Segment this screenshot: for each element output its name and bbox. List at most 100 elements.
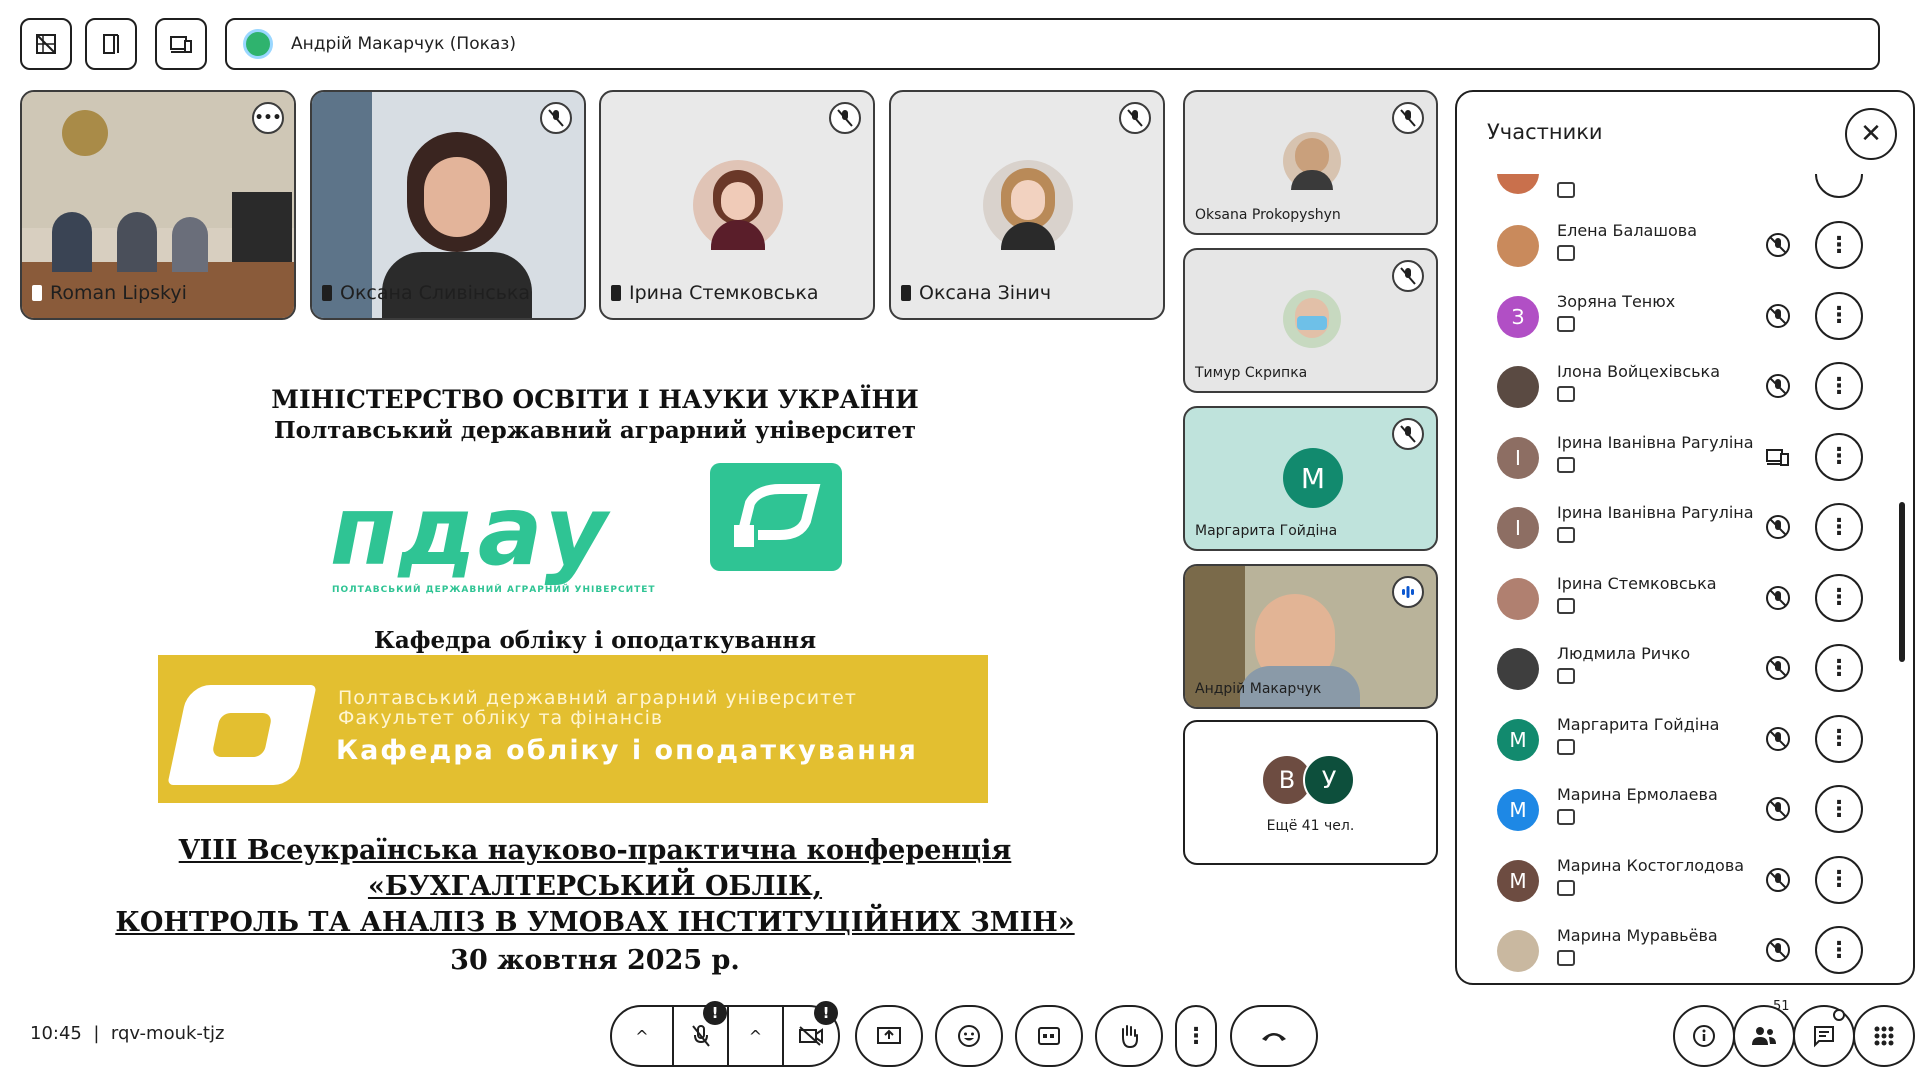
- close-panel-button[interactable]: ✕: [1845, 108, 1897, 160]
- mic-off-icon[interactable]: [1762, 300, 1794, 332]
- mic-off-icon[interactable]: [1762, 582, 1794, 614]
- activities-button[interactable]: [1853, 1005, 1915, 1067]
- avatar: М: [1497, 718, 1539, 761]
- captions-button[interactable]: [1015, 1005, 1083, 1067]
- camera-toggle-button[interactable]: !: [782, 1001, 838, 1065]
- panel-scrollbar[interactable]: [1897, 182, 1907, 982]
- tile-name: Ірина Стемковська: [611, 282, 819, 304]
- slide-university: Полтавський державний аграрний університ…: [273, 417, 917, 444]
- list-item[interactable]: Ірина Стемковська ⋮: [1457, 570, 1897, 640]
- layout-toggle-button[interactable]: [20, 18, 72, 70]
- participant-more-button[interactable]: ⋮: [1815, 855, 1863, 904]
- avatar: [1497, 577, 1539, 620]
- presenter-label: Андрій Макарчук (Показ): [291, 34, 516, 54]
- leave-call-button[interactable]: [1230, 1005, 1318, 1067]
- participant-tile-tymur[interactable]: Тимур Скрипка: [1183, 248, 1438, 393]
- mic-off-icon[interactable]: [1762, 511, 1794, 543]
- slide-date: 30 жовтня 2025 р.: [450, 945, 740, 976]
- more-options-button[interactable]: •••: [252, 102, 284, 134]
- participant-more-button[interactable]: ⋮: [1815, 503, 1863, 551]
- participants-button[interactable]: [1733, 1005, 1795, 1067]
- chevron-up-icon: ^: [635, 1026, 649, 1046]
- mic-control-group: ^ ! ^ !: [610, 1001, 840, 1067]
- participant-name: Людмила Ричко: [1557, 644, 1691, 663]
- list-item[interactable]: Ілона Войцехівська ⋮: [1457, 358, 1897, 428]
- avatar: М: [1497, 859, 1539, 902]
- avatar: З: [1497, 295, 1539, 338]
- mic-toggle-button[interactable]: !: [672, 1001, 727, 1065]
- participant-more-button[interactable]: ⋮: [1815, 291, 1863, 340]
- participant-more-button[interactable]: ⋮: [1815, 714, 1863, 763]
- participants-panel: Участники ✕ Елена Балашова ⋮ З Зоряна Тенюх…: [1455, 90, 1915, 985]
- room-button[interactable]: [85, 18, 137, 70]
- present-button[interactable]: [855, 1005, 923, 1067]
- mic-options-button[interactable]: ^: [612, 1007, 672, 1065]
- participant-name: Ірина Іванівна Рагуліна: [1557, 503, 1754, 522]
- participant-name: Маргарита Гойдіна: [1557, 714, 1720, 734]
- participant-more-button[interactable]: ⋮: [1815, 785, 1863, 833]
- participant-tile-roman[interactable]: ••• Roman Lipskyi: [20, 90, 296, 320]
- list-item[interactable]: Людмила Ричко ⋮: [1457, 640, 1897, 710]
- banner-line3: Кафедра обліку і оподаткування: [336, 735, 918, 766]
- participant-more-button[interactable]: ⋮: [1815, 573, 1863, 622]
- more-participants-label: Ещё 41 чел.: [1266, 818, 1355, 834]
- mic-off-icon[interactable]: [1762, 723, 1794, 755]
- mic-off-icon[interactable]: [1762, 370, 1794, 402]
- mic-off-icon[interactable]: [1762, 864, 1794, 896]
- people-icon: [1752, 1027, 1776, 1045]
- apps-grid-icon: [1874, 1026, 1894, 1046]
- pdau-logo-text: пдау: [330, 475, 610, 587]
- participant-more-button[interactable]: ⋮: [1815, 362, 1863, 410]
- mic-off-icon[interactable]: [1762, 652, 1794, 684]
- shared-slide: МІНІСТЕРСТВО ОСВІТИ І НАУКИ УКРАЇНИ Полт…: [60, 375, 1130, 990]
- more-participants-tile[interactable]: В У Ещё 41 чел.: [1183, 720, 1438, 865]
- mic-off-icon[interactable]: [1762, 934, 1794, 966]
- participant-tile-andrii[interactable]: Андрій Макарчук: [1183, 564, 1438, 709]
- more-options-button[interactable]: ⋮: [1175, 1005, 1217, 1067]
- meeting-info: 10:45 | rqv-mouk-tjz: [30, 1023, 224, 1044]
- captions-icon: [1038, 1027, 1060, 1045]
- participant-tile-marharyta[interactable]: М Маргарита Гойдіна: [1183, 406, 1438, 551]
- reactions-button[interactable]: [935, 1005, 1003, 1067]
- raise-hand-button[interactable]: [1095, 1005, 1163, 1067]
- list-item[interactable]: М Маргарита Гойдіна ⋮: [1457, 711, 1897, 781]
- mic-off-icon: [1119, 102, 1151, 134]
- grid-off-icon: [36, 34, 56, 54]
- participant-more-button[interactable]: ⋮: [1815, 644, 1863, 692]
- camera-options-button[interactable]: ^: [727, 1007, 782, 1065]
- participant-name: Марина Муравьёва: [1557, 926, 1718, 945]
- devices-button[interactable]: [155, 18, 207, 70]
- list-item[interactable]: Марина Муравьёва ⋮: [1457, 922, 1897, 983]
- participant-more-button[interactable]: ⋮: [1815, 926, 1863, 974]
- list-item[interactable]: Елена Балашова ⋮: [1457, 217, 1897, 287]
- chat-button[interactable]: [1793, 1005, 1855, 1067]
- mic-off-icon: [1392, 418, 1424, 450]
- participant-tile-oksana-z[interactable]: Оксана Зінич: [889, 90, 1165, 320]
- participant-tile-oksana-p[interactable]: Oksana Prokopyshyn: [1183, 90, 1438, 235]
- participant-more-button[interactable]: ⋮: [1815, 432, 1863, 481]
- participant-name: Елена Балашова: [1557, 221, 1698, 240]
- list-item[interactable]: З Зоряна Тенюх ⋮: [1457, 288, 1897, 358]
- presentation-icon: [1557, 386, 1575, 402]
- list-item[interactable]: М Марина Ермолаева ⋮: [1457, 781, 1897, 851]
- participant-name: Ірина Іванівна Рагуліна: [1557, 432, 1754, 452]
- devices-icon[interactable]: [1762, 441, 1794, 473]
- participant-tile-oksana-s[interactable]: Оксана Сливінська: [310, 90, 586, 320]
- list-item[interactable]: І Ірина Іванівна Рагуліна ⋮: [1457, 499, 1897, 569]
- hang-up-icon: [1262, 1033, 1286, 1041]
- list-item[interactable]: І Ірина Іванівна Рагуліна ⋮: [1457, 429, 1897, 499]
- mic-off-icon[interactable]: [1762, 793, 1794, 825]
- mic-off-icon[interactable]: [1762, 229, 1794, 261]
- avatar: У: [1303, 754, 1355, 806]
- pin-icon: [901, 285, 911, 301]
- list-item[interactable]: М Марина Костоглодова ⋮: [1457, 852, 1897, 922]
- info-icon: [1693, 1025, 1715, 1047]
- tile-name: Оксана Зінич: [901, 282, 1051, 304]
- mic-off-icon: [1392, 102, 1424, 134]
- meeting-details-button[interactable]: [1673, 1005, 1735, 1067]
- participant-more-button[interactable]: ⋮: [1815, 221, 1863, 269]
- close-icon: ✕: [1860, 119, 1882, 149]
- mic-off-icon: [1392, 260, 1424, 292]
- participant-tile-iryna[interactable]: Ірина Стемковська: [599, 90, 875, 320]
- slide-department: Кафедра обліку і оподаткування: [373, 627, 817, 654]
